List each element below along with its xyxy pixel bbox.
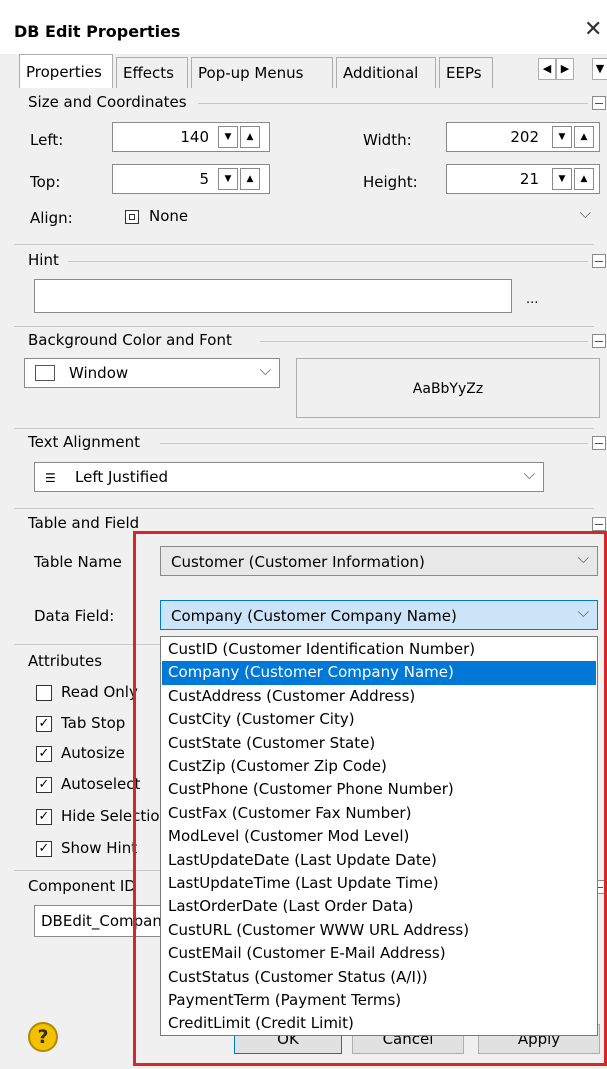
spin-down-icon[interactable]: ▼ <box>218 126 238 148</box>
chevron-down-icon: ⌵ <box>259 361 271 379</box>
height-label: Height: <box>363 173 418 191</box>
autoselect-label: Autoselect <box>61 775 141 793</box>
read-only-checkbox[interactable] <box>36 685 52 701</box>
hide-selection-checkbox[interactable]: ✓ <box>36 809 52 825</box>
data-field-label: Data Field: <box>34 607 115 625</box>
tab-scroll-left-icon[interactable]: ◀ <box>538 58 556 80</box>
top-label: Top: <box>30 173 61 191</box>
color-value: Window <box>69 364 129 382</box>
collapse-icon[interactable] <box>592 334 606 348</box>
table-name-label: Table Name <box>34 553 122 571</box>
autosize-label: Autosize <box>61 744 125 762</box>
attributes-section-title: Attributes <box>28 652 103 670</box>
divider <box>14 326 594 327</box>
divider <box>14 428 594 429</box>
show-hint-checkbox[interactable]: ✓ <box>36 841 52 857</box>
spin-down-icon[interactable]: ▼ <box>218 168 238 190</box>
color-swatch-icon <box>35 365 55 381</box>
spin-up-icon[interactable]: ▲ <box>240 126 260 148</box>
collapse-icon[interactable] <box>592 517 606 531</box>
hint-input[interactable] <box>34 279 512 313</box>
divider <box>198 103 588 104</box>
spin-up-icon[interactable]: ▲ <box>240 168 260 190</box>
hint-browse-button[interactable]: ... <box>526 292 538 307</box>
tab-stop-checkbox[interactable]: ✓ <box>36 716 52 732</box>
chevron-down-icon: ⌵ <box>523 465 535 483</box>
align-dropdown[interactable]: None ⌵ <box>112 201 600 231</box>
align-value: None <box>149 207 189 225</box>
component-id-section-title: Component ID <box>28 877 136 895</box>
divider <box>160 443 588 444</box>
close-icon[interactable]: ✕ <box>584 17 602 42</box>
show-hint-label: Show Hint <box>61 839 138 857</box>
hint-section-title: Hint <box>28 251 59 269</box>
tab-effects[interactable]: Effects <box>116 57 188 88</box>
size-section-title: Size and Coordinates <box>28 93 187 111</box>
chevron-down-icon: ⌵ <box>579 204 591 222</box>
tab-additional[interactable]: Additional <box>336 57 436 88</box>
collapse-icon[interactable] <box>592 96 606 110</box>
spin-down-icon[interactable]: ▼ <box>552 168 572 190</box>
spin-up-icon[interactable]: ▲ <box>574 168 594 190</box>
tab-eeps[interactable]: EEPs <box>439 57 493 88</box>
width-label: Width: <box>363 131 412 149</box>
autoselect-checkbox[interactable]: ✓ <box>36 777 52 793</box>
collapse-icon[interactable] <box>592 436 606 450</box>
tab-stop-label: Tab Stop <box>61 714 126 732</box>
spin-down-icon[interactable]: ▼ <box>552 126 572 148</box>
background-section-title: Background Color and Font <box>28 331 232 349</box>
autosize-checkbox[interactable]: ✓ <box>36 746 52 762</box>
left-justify-icon: ☰ <box>45 471 56 485</box>
spin-up-icon[interactable]: ▲ <box>574 126 594 148</box>
tab-menu-icon[interactable]: ▼ <box>592 58 607 80</box>
divider <box>14 244 594 245</box>
left-label: Left: <box>30 131 64 149</box>
divider <box>260 341 588 342</box>
align-none-icon <box>125 210 139 224</box>
text-alignment-section-title: Text Alignment <box>28 433 140 451</box>
font-sample-button[interactable]: AaBbYyZz <box>296 358 600 418</box>
read-only-label: Read Only <box>61 683 138 701</box>
divider <box>14 508 594 509</box>
tab-properties[interactable]: Properties <box>19 54 113 88</box>
tab-scroll-right-icon[interactable]: ▶ <box>556 58 574 80</box>
align-label: Align: <box>30 209 73 227</box>
title-bar: DB Edit Properties ✕ <box>0 0 607 54</box>
divider <box>68 261 588 262</box>
help-icon[interactable]: ? <box>28 1022 58 1052</box>
collapse-icon[interactable] <box>592 254 606 268</box>
highlight-frame <box>133 531 607 1066</box>
window-title: DB Edit Properties <box>14 22 181 41</box>
tab-popup-menus[interactable]: Pop-up Menus <box>191 57 333 88</box>
table-field-section-title: Table and Field <box>28 514 140 532</box>
text-alignment-dropdown[interactable]: ☰ Left Justified ⌵ <box>34 462 544 492</box>
text-alignment-value: Left Justified <box>75 468 168 486</box>
color-dropdown[interactable]: Window ⌵ <box>24 358 280 388</box>
